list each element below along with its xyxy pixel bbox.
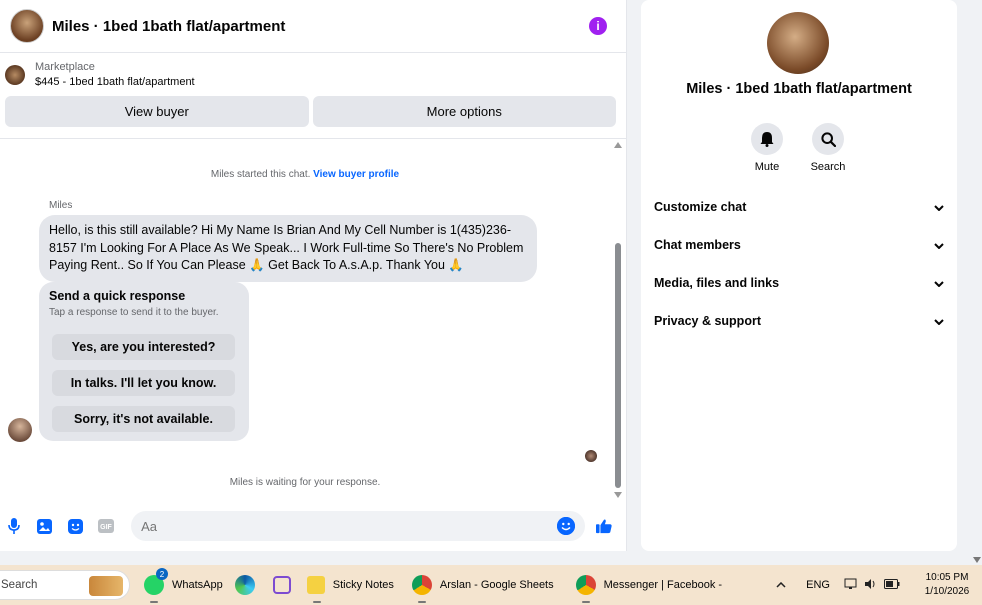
edge-icon — [234, 575, 255, 595]
clock-date: 1/10/2026 — [924, 586, 970, 597]
whatsapp-label: WhatsApp — [172, 579, 223, 591]
message-list: Miles started this chat. View buyer prof… — [0, 138, 627, 503]
gif-icon[interactable]: GIF — [98, 518, 115, 534]
chevron-down-icon — [934, 238, 944, 252]
section-label: Media, files and links — [654, 276, 780, 290]
taskbar-chrome-messenger[interactable]: Messenger | Facebook - — [570, 565, 728, 605]
chat-started-text: Miles started this chat. — [210, 169, 311, 180]
quick-response-not-available[interactable]: Sorry, it's not available. — [52, 406, 235, 432]
whatsapp-badge: 2 — [156, 568, 168, 580]
scroll-up-arrow-icon[interactable] — [614, 142, 622, 148]
search-button[interactable]: Search — [798, 123, 858, 173]
message-input-box[interactable] — [131, 511, 585, 541]
emoji-icon[interactable] — [556, 517, 575, 535]
quick-response-in-talks[interactable]: In talks. I'll let you know. — [52, 370, 235, 396]
waiting-notice: Miles is waiting for your response. — [229, 477, 381, 488]
language-indicator[interactable]: ENG — [806, 579, 830, 591]
taskbar-chrome-sheets[interactable]: Arslan - Google Sheets — [406, 565, 560, 605]
microphone-icon[interactable] — [6, 518, 22, 534]
image-icon[interactable] — [37, 518, 53, 534]
gif-icon-label: GIF — [100, 524, 112, 531]
taskbar: Search 2 WhatsApp Sticky Notes Arslan - … — [0, 565, 982, 605]
listing-source: Marketplace — [35, 61, 95, 73]
taskbar-snipping[interactable] — [267, 565, 301, 605]
chat-started-notice: Miles started this chat. View buyer prof… — [0, 169, 610, 180]
view-buyer-profile-link[interactable]: View buyer profile — [313, 169, 399, 180]
sticky-notes-label: Sticky Notes — [332, 579, 394, 591]
listing-avatar[interactable] — [10, 9, 44, 43]
section-label: Customize chat — [654, 200, 747, 214]
battery-icon[interactable] — [884, 578, 900, 592]
listing-thumbnail — [5, 65, 25, 85]
listing-large-avatar[interactable] — [767, 12, 829, 74]
listing-buttons: View buyer More options — [0, 96, 626, 127]
clock[interactable]: 10:05 PM 1/10/2026 — [912, 571, 982, 599]
seen-indicator-avatar — [585, 450, 597, 462]
composer: GIF — [0, 507, 627, 545]
sheets-label: Arslan - Google Sheets — [439, 579, 554, 591]
search-icon[interactable] — [812, 123, 844, 155]
sticker-icon[interactable] — [67, 518, 83, 534]
quick-response-title: Send a quick response — [49, 289, 186, 303]
conversation-details-panel: Miles · 1bed 1bath flat/apartment Mute S… — [641, 0, 957, 551]
section-label: Chat members — [654, 238, 741, 252]
search-label: Search — [810, 161, 846, 173]
chrome-icon — [411, 575, 432, 595]
chevron-down-icon — [934, 200, 944, 214]
side-title: Miles · 1bed 1bath flat/apartment — [686, 81, 912, 97]
taskbar-search[interactable]: Search — [0, 570, 130, 600]
chat-panel: Miles · 1bed 1bath flat/apartment i Mark… — [0, 0, 627, 551]
thumbs-up-icon[interactable] — [595, 518, 612, 534]
section-privacy-support[interactable]: Privacy & support — [654, 311, 944, 331]
message-input[interactable] — [141, 518, 557, 534]
running-indicator — [417, 601, 426, 603]
running-indicator — [312, 601, 321, 603]
info-icon[interactable]: i — [589, 17, 607, 35]
mute-label: Mute — [754, 161, 780, 173]
quick-response-subtitle: Tap a response to send it to the buyer. — [49, 307, 219, 318]
page-scrollbar[interactable] — [971, 0, 982, 565]
listing-summary[interactable]: Marketplace $445 - 1bed 1bath flat/apart… — [0, 53, 626, 96]
message-bubble[interactable]: Hello, is this still available? Hi My Na… — [39, 215, 537, 282]
sender-name: Miles — [49, 200, 73, 211]
listing-price-title: $445 - 1bed 1bath flat/apartment — [35, 76, 195, 88]
chevron-down-icon — [934, 276, 944, 290]
more-options-button[interactable]: More options — [312, 96, 616, 127]
messenger-label: Messenger | Facebook - — [603, 579, 723, 591]
scroll-down-arrow-icon[interactable] — [614, 492, 622, 498]
sticky-notes-icon — [306, 576, 325, 594]
view-buyer-button[interactable]: View buyer — [5, 96, 309, 127]
chat-header: Miles · 1bed 1bath flat/apartment i — [0, 0, 626, 53]
message-scrollbar[interactable] — [614, 139, 624, 504]
chrome-icon — [575, 575, 596, 595]
taskbar-search-text: Search — [1, 579, 38, 591]
taskbar-sticky-notes[interactable]: Sticky Notes — [301, 565, 400, 605]
volume-icon[interactable] — [864, 578, 878, 593]
section-label: Privacy & support — [654, 314, 761, 328]
section-media-files-links[interactable]: Media, files and links — [654, 273, 944, 293]
chevron-down-icon — [934, 314, 944, 328]
bell-icon[interactable] — [751, 123, 783, 155]
clock-time: 10:05 PM — [925, 572, 969, 583]
section-chat-members[interactable]: Chat members — [654, 235, 944, 255]
chat-title[interactable]: Miles · 1bed 1bath flat/apartment — [52, 18, 589, 35]
taskbar-whatsapp[interactable]: 2 WhatsApp — [138, 565, 229, 605]
running-indicator — [150, 601, 158, 603]
search-highlight-image — [89, 576, 123, 596]
snipping-tool-icon — [272, 576, 291, 594]
taskbar-edge[interactable] — [229, 565, 267, 605]
scroll-down-arrow-icon[interactable] — [973, 557, 981, 563]
section-customize-chat[interactable]: Customize chat — [654, 197, 944, 217]
running-indicator — [581, 601, 590, 603]
mute-button[interactable]: Mute — [737, 123, 797, 173]
sender-avatar[interactable] — [8, 418, 32, 442]
network-icon[interactable] — [844, 578, 858, 593]
chevron-up-icon[interactable] — [776, 579, 786, 591]
system-tray: ENG 10:05 PM 1/10/2026 — [776, 565, 982, 605]
quick-response-yes[interactable]: Yes, are you interested? — [52, 334, 235, 360]
scroll-thumb[interactable] — [615, 243, 621, 488]
quick-response-card: Send a quick response Tap a response to … — [39, 282, 249, 441]
